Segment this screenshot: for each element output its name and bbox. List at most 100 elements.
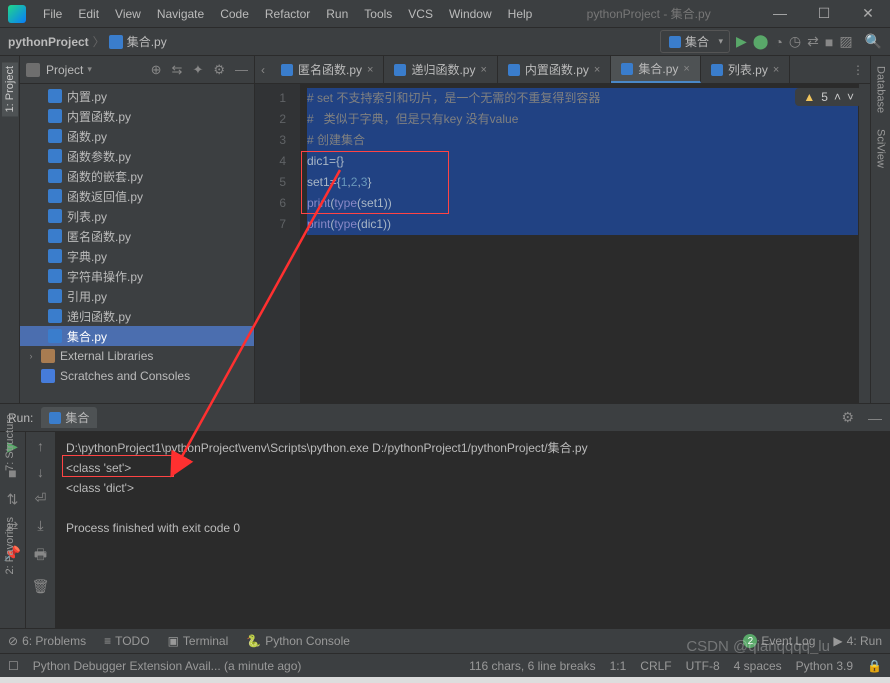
- prev-tab-icon[interactable]: ‹: [255, 63, 271, 77]
- gear-icon[interactable]: ⚙: [213, 62, 225, 78]
- editor-tab[interactable]: 集合.py×: [611, 56, 700, 83]
- close-tab-icon[interactable]: ×: [683, 63, 689, 75]
- tree-file[interactable]: 递归函数.py: [20, 306, 254, 326]
- tree-file[interactable]: 内置函数.py: [20, 106, 254, 126]
- run-config-selector[interactable]: 集合: [660, 30, 730, 53]
- editor-tab[interactable]: 匿名函数.py×: [271, 56, 384, 83]
- tree-file[interactable]: 内置.py: [20, 86, 254, 106]
- tree-file[interactable]: 字典.py: [20, 246, 254, 266]
- editor-tab[interactable]: 列表.py×: [701, 56, 790, 83]
- scroll-end-icon[interactable]: ⤓: [37, 517, 43, 534]
- editor-tab[interactable]: 内置函数.py×: [498, 56, 611, 83]
- clear-icon[interactable]: 🗑: [32, 578, 50, 595]
- project-panel-header: Project ⊕ ⇆ ✦ ⚙ —: [20, 56, 254, 84]
- tree-file[interactable]: 函数返回值.py: [20, 186, 254, 206]
- chevron-up-icon[interactable]: ˄: [834, 90, 841, 104]
- project-view-select[interactable]: Project: [46, 63, 141, 77]
- coverage-button[interactable]: ◔: [774, 34, 782, 50]
- lock-icon[interactable]: 🔒: [867, 659, 882, 673]
- close-tab-icon[interactable]: ×: [594, 64, 600, 76]
- tree-file-label: 函数参数.py: [67, 148, 131, 165]
- tool-tab-todo[interactable]: ≡ TODO: [104, 634, 149, 648]
- menu-window[interactable]: Window: [442, 3, 499, 25]
- left-tool-strip: 1: Project: [0, 56, 20, 403]
- console-output[interactable]: D:\pythonProject1\pythonProject\venv\Scr…: [56, 432, 890, 628]
- tool-tab-terminal[interactable]: ▣ Terminal: [168, 634, 229, 648]
- tool-tab-python-console[interactable]: 🐍 Python Console: [246, 634, 350, 648]
- debug-button[interactable]: ⬤: [753, 33, 769, 50]
- status-chars: 116 chars, 6 line breaks: [469, 659, 596, 673]
- attach-button[interactable]: ⇄: [807, 33, 819, 50]
- menu-help[interactable]: Help: [501, 3, 540, 25]
- status-encoding[interactable]: UTF-8: [686, 659, 720, 673]
- tool-tab-structure[interactable]: 7: Structure: [2, 410, 18, 475]
- menu-refactor[interactable]: Refactor: [258, 3, 317, 25]
- menu-view[interactable]: View: [108, 3, 148, 25]
- tree-file[interactable]: 函数的嵌套.py: [20, 166, 254, 186]
- run-tab[interactable]: 集合: [41, 407, 97, 428]
- up-icon[interactable]: ↑: [37, 438, 44, 454]
- tree-file[interactable]: 字符串操作.py: [20, 266, 254, 286]
- menu-vcs[interactable]: VCS: [401, 3, 440, 25]
- tool-tab-event-log[interactable]: 2 Event Log: [743, 634, 815, 648]
- close-tab-icon[interactable]: ×: [773, 64, 779, 76]
- code-text[interactable]: # set 不支持索引和切片，是一个无需的不重复得到容器 # 类似于字典，但是只…: [301, 84, 858, 403]
- tree-file[interactable]: 列表.py: [20, 206, 254, 226]
- breadcrumb[interactable]: pythonProject 〉 集合.py: [8, 33, 167, 50]
- close-tab-icon[interactable]: ×: [480, 64, 486, 76]
- tree-file[interactable]: 函数.py: [20, 126, 254, 146]
- tool-tab-problems[interactable]: ⊘ 6: Problems: [8, 634, 86, 648]
- hide-panel-icon[interactable]: —: [235, 62, 248, 77]
- editor-scrollbar[interactable]: [858, 84, 870, 403]
- tool-tab-favorites[interactable]: 2: Favorites: [2, 513, 18, 578]
- tool-tab-project[interactable]: 1: Project: [2, 62, 18, 116]
- locate-icon[interactable]: ⊕: [151, 62, 162, 78]
- settings-icon[interactable]: ✦: [192, 62, 203, 78]
- tree-scratches[interactable]: Scratches and Consoles: [20, 366, 254, 386]
- label: 6: Problems: [22, 634, 86, 648]
- tool-tab-sciview[interactable]: SciView: [873, 125, 889, 172]
- status-interpreter[interactable]: Python 3.9: [796, 659, 853, 673]
- menu-navigate[interactable]: Navigate: [150, 3, 211, 25]
- vcs-button[interactable]: ▨: [839, 33, 852, 50]
- status-line-sep[interactable]: CRLF: [640, 659, 671, 673]
- down-icon[interactable]: ↓: [37, 464, 44, 480]
- expand-icon[interactable]: ⇆: [172, 62, 183, 78]
- status-caret-pos[interactable]: 1:1: [610, 659, 627, 673]
- run-button[interactable]: ▶: [736, 33, 747, 50]
- tree-file[interactable]: 匿名函数.py: [20, 226, 254, 246]
- tool-tab-database[interactable]: Database: [873, 62, 889, 117]
- editor-tab[interactable]: 递归函数.py×: [384, 56, 497, 83]
- breadcrumb-project[interactable]: pythonProject: [8, 35, 89, 49]
- close-button[interactable]: ✕: [846, 1, 890, 26]
- print-icon[interactable]: 🖶: [34, 544, 47, 568]
- status-message[interactable]: Python Debugger Extension Avail... (a mi…: [33, 659, 302, 673]
- status-indent[interactable]: 4 spaces: [734, 659, 782, 673]
- search-everywhere-button[interactable]: 🔍: [865, 33, 882, 50]
- close-tab-icon[interactable]: ×: [367, 64, 373, 76]
- soft-wrap-icon[interactable]: ⏎: [35, 490, 47, 507]
- menu-code[interactable]: Code: [213, 3, 256, 25]
- stop-button[interactable]: ■: [825, 34, 833, 50]
- menu-tools[interactable]: Tools: [357, 3, 399, 25]
- code-pane[interactable]: 1 2 3 4 5 6 7 # set 不支持索引和切片，是一个无需的不重复得到…: [255, 84, 870, 403]
- maximize-button[interactable]: ☐: [802, 1, 846, 26]
- breadcrumb-file[interactable]: 集合.py: [127, 33, 167, 50]
- tree-file[interactable]: 引用.py: [20, 286, 254, 306]
- tree-ext-libs[interactable]: ›External Libraries: [20, 346, 254, 366]
- tree-file[interactable]: 函数参数.py: [20, 146, 254, 166]
- menu-edit[interactable]: Edit: [71, 3, 106, 25]
- profile-button[interactable]: ◷: [789, 33, 801, 50]
- minimize-button[interactable]: —: [758, 1, 802, 26]
- menu-run[interactable]: Run: [319, 3, 355, 25]
- inspection-widget[interactable]: ▲5˄˅: [795, 88, 862, 106]
- menu-file[interactable]: File: [36, 3, 69, 25]
- tree-file[interactable]: 集合.py: [20, 326, 254, 346]
- gutter[interactable]: 1 2 3 4 5 6 7: [255, 84, 301, 403]
- hide-panel-icon[interactable]: —: [868, 410, 882, 426]
- chevron-down-icon[interactable]: ˅: [847, 90, 854, 104]
- project-tree[interactable]: 内置.py 内置函数.py 函数.py 函数参数.py 函数的嵌套.py 函数返…: [20, 84, 254, 403]
- more-tabs-icon[interactable]: ⋮: [846, 63, 870, 77]
- tool-tab-run[interactable]: ▶ 4: Run: [833, 634, 882, 648]
- gear-icon[interactable]: ⚙: [841, 409, 854, 426]
